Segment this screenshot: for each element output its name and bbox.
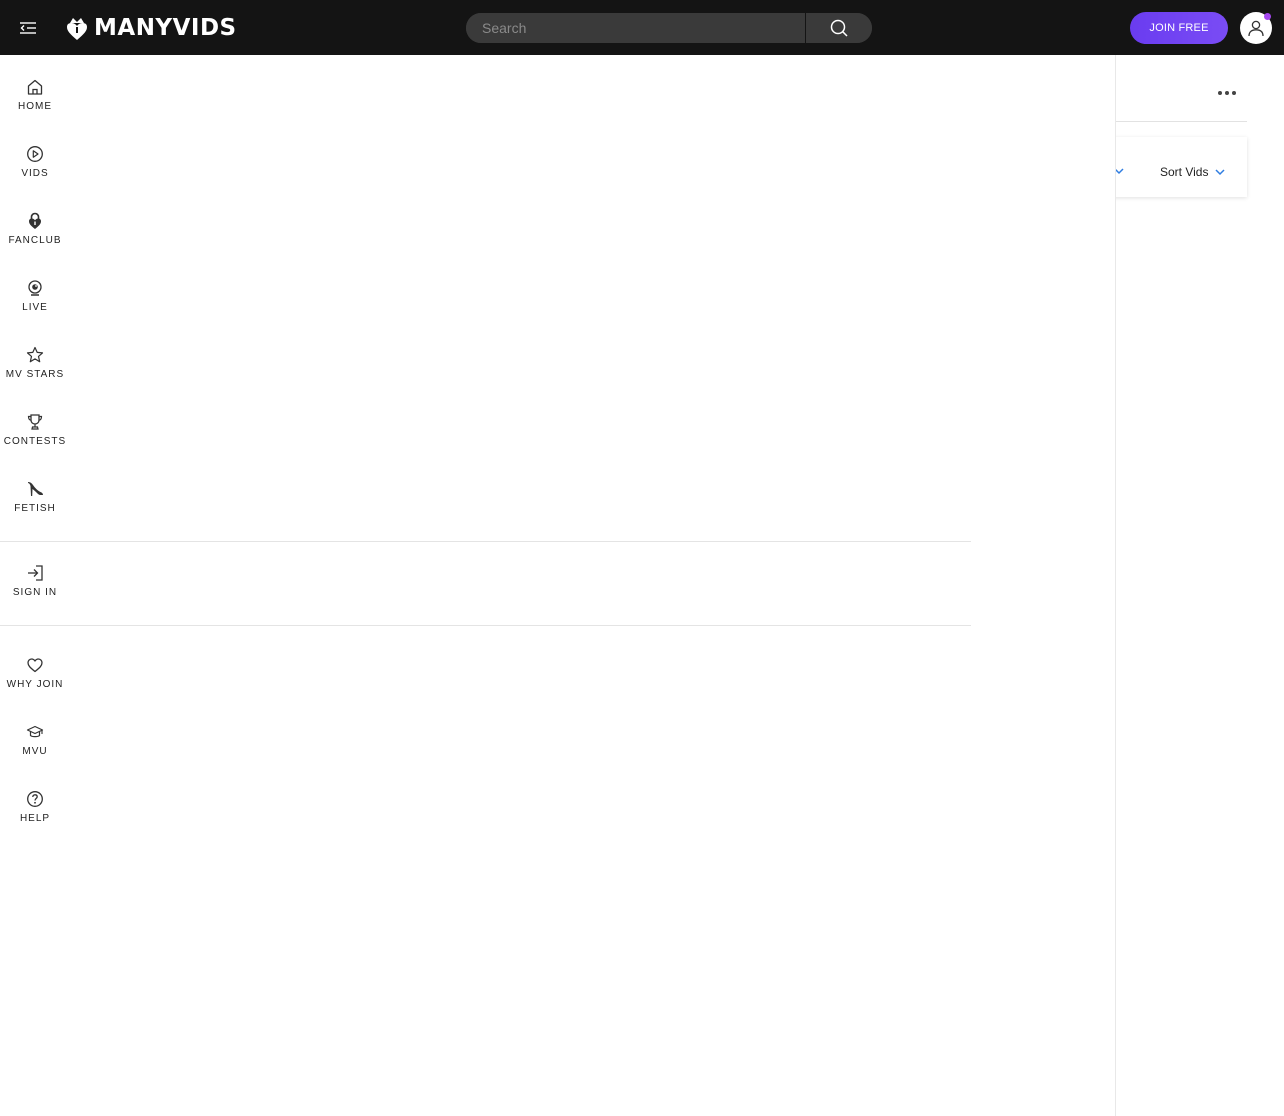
- user-icon: [1248, 20, 1264, 37]
- nav-item-mv-stars[interactable]: MV STARS: [0, 345, 70, 380]
- search-button[interactable]: [805, 13, 872, 43]
- heart-icon: [25, 655, 45, 675]
- sign-in-icon: [25, 563, 45, 583]
- nav-item-contests[interactable]: CONTESTS: [0, 412, 70, 447]
- collapse-menu-button[interactable]: [14, 14, 42, 42]
- content-divider: [1116, 121, 1247, 122]
- nav-item-help[interactable]: HELP: [0, 789, 70, 824]
- navigation-drawer: HOME VIDS FANCLUB LIVE MV STARS CONTESTS: [0, 55, 1116, 1116]
- nav-item-label: HOME: [18, 101, 52, 112]
- more-options-button[interactable]: [1214, 82, 1240, 104]
- nav-item-fetish[interactable]: FETISH: [0, 479, 70, 514]
- star-icon: [25, 345, 45, 365]
- nav-item-vids[interactable]: VIDS: [0, 144, 70, 179]
- lock-heart-icon: [25, 211, 45, 231]
- nav-item-label: FETISH: [14, 503, 56, 514]
- graduation-cap-icon: [25, 722, 45, 742]
- search-input[interactable]: [466, 13, 805, 43]
- search-bar: [466, 13, 872, 43]
- nav-item-label: FANCLUB: [8, 235, 62, 246]
- top-bar: MANYVIDS JOIN FREE: [0, 0, 1284, 55]
- nav-item-label: WHY JOIN: [6, 679, 64, 690]
- nav-item-live[interactable]: LIVE: [0, 278, 70, 313]
- drawer-divider: [0, 625, 971, 626]
- manyvids-logo[interactable]: MANYVIDS: [66, 12, 237, 44]
- dot: [1225, 91, 1229, 95]
- home-icon: [25, 77, 45, 97]
- nav-item-label: LIVE: [22, 302, 48, 313]
- menu-collapse-icon: [20, 22, 36, 34]
- nav-item-why-join[interactable]: WHY JOIN: [0, 655, 70, 690]
- notification-dot: [1264, 13, 1271, 20]
- nav-item-fanclub[interactable]: FANCLUB: [0, 211, 70, 246]
- user-avatar-button[interactable]: [1240, 12, 1272, 44]
- nav-item-sign-in[interactable]: SIGN IN: [0, 563, 70, 598]
- help-circle-icon: [25, 789, 45, 809]
- nav-item-label: SIGN IN: [12, 587, 58, 598]
- logo-text: MANYVIDS: [94, 15, 237, 41]
- trophy-icon: [25, 412, 45, 432]
- nav-item-label: VIDS: [21, 168, 49, 179]
- nav-item-label: MV STARS: [5, 369, 65, 380]
- nav-item-home[interactable]: HOME: [0, 77, 70, 112]
- dot: [1218, 91, 1222, 95]
- webcam-icon: [25, 278, 45, 298]
- dot: [1232, 91, 1236, 95]
- high-heel-icon: [25, 479, 45, 499]
- sort-vids-label: Sort Vids: [1160, 165, 1209, 179]
- chevron-down-icon: [1215, 169, 1225, 176]
- page-content-background: [1116, 55, 1284, 1116]
- search-icon: [830, 19, 848, 37]
- play-circle-icon: [25, 144, 45, 164]
- logo-heart-icon: [67, 18, 87, 40]
- nav-item-label: MVU: [22, 746, 48, 757]
- join-free-button[interactable]: JOIN FREE: [1130, 12, 1228, 44]
- sort-vids-dropdown[interactable]: Sort Vids: [1160, 162, 1226, 182]
- nav-item-mvu[interactable]: MVU: [0, 722, 70, 757]
- nav-item-label: CONTESTS: [3, 436, 67, 447]
- drawer-divider: [0, 541, 971, 542]
- nav-item-label: HELP: [19, 813, 51, 824]
